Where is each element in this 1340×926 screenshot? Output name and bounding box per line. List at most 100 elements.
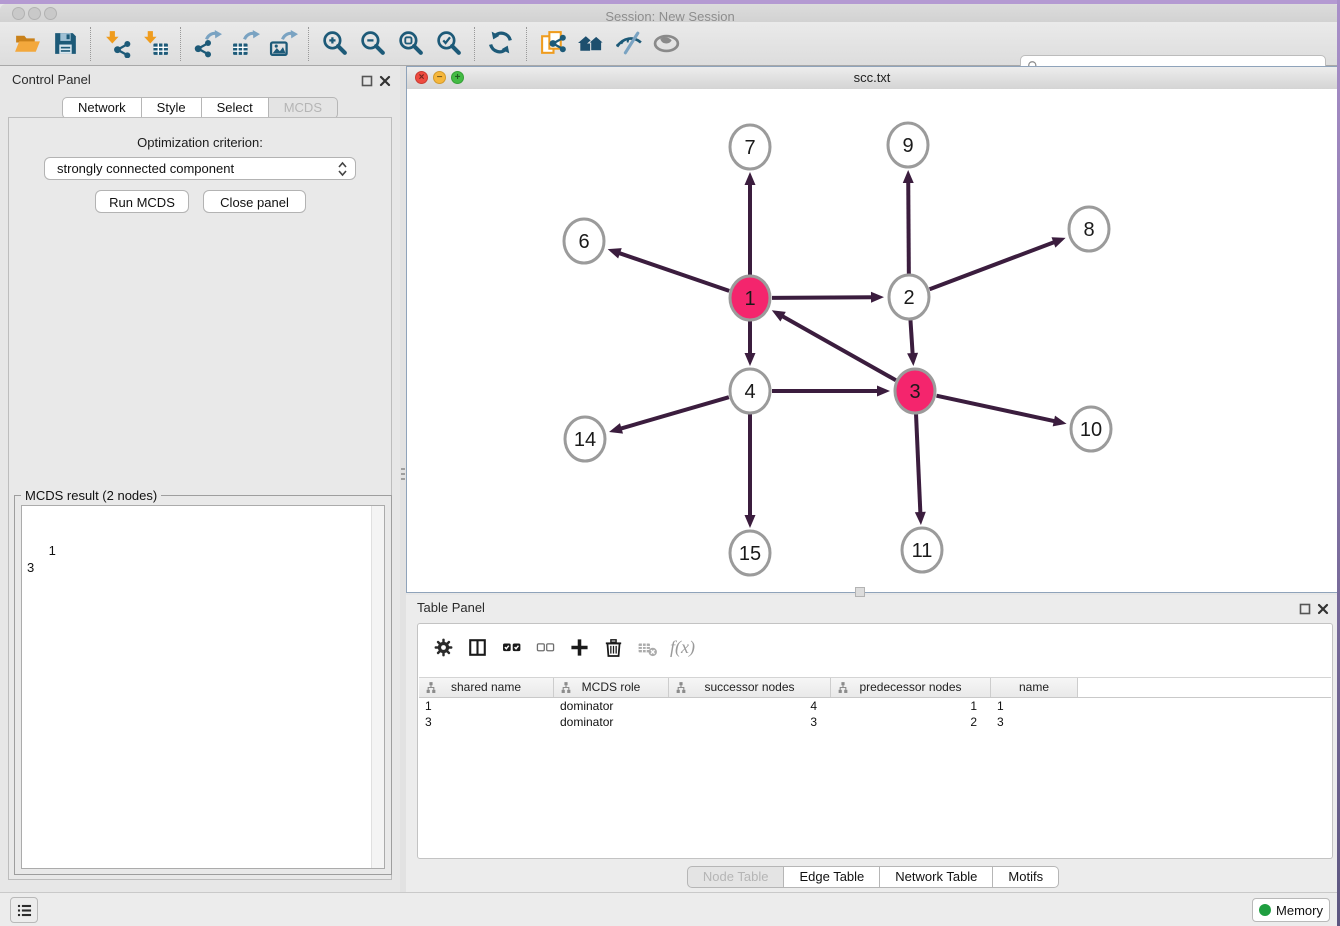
run-mcds-button[interactable]: Run MCDS (95, 190, 189, 213)
export-image-button[interactable] (264, 26, 302, 62)
window-titlebar: Session: New Session (0, 4, 1340, 22)
table-cell[interactable]: 2 (831, 714, 991, 730)
graph-edge-3-11[interactable] (916, 413, 920, 514)
graph-edge-3-10[interactable] (937, 396, 1056, 422)
mcds-result-lines: 1 3 (27, 543, 56, 575)
zoom-selected-button[interactable] (430, 26, 468, 62)
tab-node-table[interactable]: Node Table (687, 866, 785, 888)
export-table-icon (231, 29, 260, 58)
memory-status-dot (1259, 904, 1271, 916)
float-icon[interactable] (361, 74, 373, 86)
add-row-button[interactable] (562, 632, 596, 662)
zoom-in-icon (321, 29, 350, 58)
export-table-button[interactable] (226, 26, 264, 62)
export-network-button[interactable] (188, 26, 226, 62)
task-history-button[interactable] (10, 897, 38, 923)
criterion-dropdown[interactable]: strongly connected component (44, 157, 356, 180)
add-row-icon (569, 637, 590, 658)
close-icon[interactable] (1317, 602, 1329, 614)
column-header-name[interactable]: name (991, 678, 1078, 697)
tab-network[interactable]: Network (62, 97, 142, 119)
graph-edge-3-1[interactable] (781, 316, 895, 381)
graph-edge-1-6[interactable] (618, 253, 729, 291)
column-header-shared-name[interactable]: shared name (419, 678, 554, 697)
tab-edge-table[interactable]: Edge Table (784, 866, 880, 888)
close-panel-button[interactable]: Close panel (203, 190, 306, 213)
optimization-criterion-label: Optimization criterion: (0, 135, 400, 150)
table-cell[interactable]: dominator (554, 698, 669, 714)
table-panel: Table Panel f(x) shared nameMCDS rolesuc… (406, 595, 1340, 892)
table-cell[interactable]: 1 (991, 698, 1078, 714)
close-icon[interactable] (379, 74, 391, 86)
delete-table-button (630, 632, 664, 662)
network-canvas[interactable]: 7968124314101511 (407, 89, 1337, 592)
show-eye-button[interactable] (648, 26, 686, 62)
toolbar-separator (474, 27, 476, 61)
home-button[interactable] (572, 26, 610, 62)
mcds-result-textarea[interactable]: 1 3 (21, 505, 385, 869)
zoom-fit-button[interactable] (392, 26, 430, 62)
tab-mcds[interactable]: MCDS (269, 97, 338, 119)
table-row[interactable]: 1dominator411 (419, 698, 1331, 714)
graph-edge-4-14[interactable] (620, 397, 729, 429)
column-header-successor-nodes[interactable]: successor nodes (669, 678, 831, 697)
refresh-button[interactable] (482, 26, 520, 62)
zoom-out-button[interactable] (354, 26, 392, 62)
table-cell[interactable]: 4 (669, 698, 831, 714)
graph-arrowhead-4-14 (609, 423, 623, 434)
network-window-titlebar[interactable]: × − + scc.txt (407, 67, 1337, 90)
import-network-icon (103, 29, 132, 58)
list-menu-icon (16, 902, 33, 919)
zoom-fit-icon (397, 29, 426, 58)
table-cell[interactable]: 3 (991, 714, 1078, 730)
duplicate-network-icon (539, 29, 568, 58)
column-header-MCDS-role[interactable]: MCDS role (554, 678, 669, 697)
graph-edge-2-9[interactable] (908, 181, 909, 275)
table-cell[interactable]: dominator (554, 714, 669, 730)
tab-select[interactable]: Select (202, 97, 269, 119)
tab-motifs[interactable]: Motifs (993, 866, 1059, 888)
deselect-all-button[interactable] (528, 632, 562, 662)
control-panel: Control Panel NetworkStyleSelectMCDS Opt… (0, 66, 400, 892)
table-cell[interactable]: 3 (669, 714, 831, 730)
memory-button[interactable]: Memory (1252, 898, 1330, 922)
delete-row-button[interactable] (596, 632, 630, 662)
export-image-icon (269, 29, 298, 58)
duplicate-network-button[interactable] (534, 26, 572, 62)
table-cell[interactable]: 1 (419, 698, 554, 714)
scrollbar[interactable] (371, 506, 384, 868)
table-row[interactable]: 3dominator323 (419, 714, 1331, 730)
zoom-selected-icon (435, 29, 464, 58)
tab-network-table[interactable]: Network Table (880, 866, 993, 888)
graph-node-label-9: 9 (902, 135, 913, 157)
node-table: shared nameMCDS rolesuccessor nodesprede… (419, 677, 1331, 730)
graph-node-label-10: 10 (1080, 419, 1102, 441)
frame-resize-grip[interactable] (855, 587, 865, 597)
network-window-title: scc.txt (407, 67, 1337, 89)
column-header-predecessor-nodes[interactable]: predecessor nodes (831, 678, 991, 697)
select-all-icon (501, 637, 522, 658)
table-header-row: shared nameMCDS rolesuccessor nodesprede… (419, 677, 1331, 698)
graph-edge-2-8[interactable] (930, 242, 1056, 290)
import-table-button[interactable] (136, 26, 174, 62)
open-folder-button[interactable] (8, 26, 46, 62)
import-table-icon (141, 29, 170, 58)
open-folder-icon (13, 29, 42, 58)
zoom-in-button[interactable] (316, 26, 354, 62)
mcds-result-group: MCDS result (2 nodes) 1 3 (14, 495, 392, 875)
hide-panels-button[interactable] (610, 26, 648, 62)
table-cell[interactable]: 1 (831, 698, 991, 714)
float-icon[interactable] (1299, 602, 1311, 614)
save-button[interactable] (46, 26, 84, 62)
graph-edge-1-2[interactable] (772, 297, 873, 298)
graph-node-label-4: 4 (744, 381, 755, 403)
graph-edge-2-3[interactable] (910, 319, 912, 355)
table-cell[interactable]: 3 (419, 714, 554, 730)
gear-button[interactable] (426, 632, 460, 662)
graph-node-label-2: 2 (903, 287, 914, 309)
select-all-button[interactable] (494, 632, 528, 662)
toolbar-separator (90, 27, 92, 61)
column-layout-button[interactable] (460, 632, 494, 662)
tab-style[interactable]: Style (142, 97, 202, 119)
import-network-button[interactable] (98, 26, 136, 62)
